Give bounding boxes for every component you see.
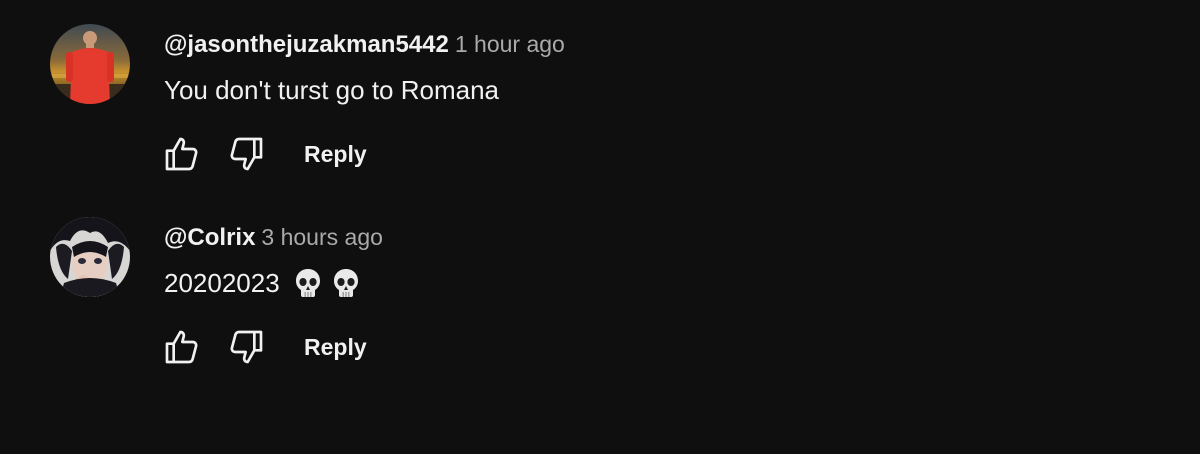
author-avatar[interactable] <box>50 24 130 104</box>
comment-body: @Colrix 3 hours ago 20202023 <box>164 217 1064 309</box>
reply-button[interactable]: Reply <box>304 325 367 369</box>
author-name[interactable]: @jasonthejuzakman5442 <box>164 31 449 58</box>
skull-icon <box>333 269 358 297</box>
like-button[interactable] <box>160 132 204 176</box>
comment-header: @jasonthejuzakman5442 1 hour ago <box>164 24 1064 64</box>
thumbs-down-icon <box>230 330 263 364</box>
avatar-person-red-shirt-icon <box>50 24 130 104</box>
comment-text: You don't turst go to Romana <box>164 75 500 105</box>
comment-header: @Colrix 3 hours ago <box>164 217 1064 257</box>
comment-text-content: 20202023 <box>164 268 280 298</box>
skull-icon <box>295 269 320 297</box>
published-time[interactable]: 1 hour ago <box>455 31 565 57</box>
comment-action-bar: Reply <box>160 132 367 176</box>
reply-button[interactable]: Reply <box>304 132 367 176</box>
dislike-button[interactable] <box>224 325 268 369</box>
comment-body: @jasonthejuzakman5442 1 hour ago You don'… <box>164 24 1064 116</box>
thumbs-up-icon <box>165 330 198 364</box>
dislike-button[interactable] <box>224 132 268 176</box>
avatar-anime-character-icon <box>50 217 130 297</box>
thumbs-down-icon <box>230 137 263 171</box>
published-time[interactable]: 3 hours ago <box>261 224 382 250</box>
thumbs-up-icon <box>165 137 198 171</box>
author-name[interactable]: @Colrix <box>164 224 255 251</box>
author-avatar[interactable] <box>50 217 130 297</box>
comment-action-bar: Reply <box>160 325 367 369</box>
comment-text: 20202023 <box>164 257 1064 309</box>
like-button[interactable] <box>160 325 204 369</box>
